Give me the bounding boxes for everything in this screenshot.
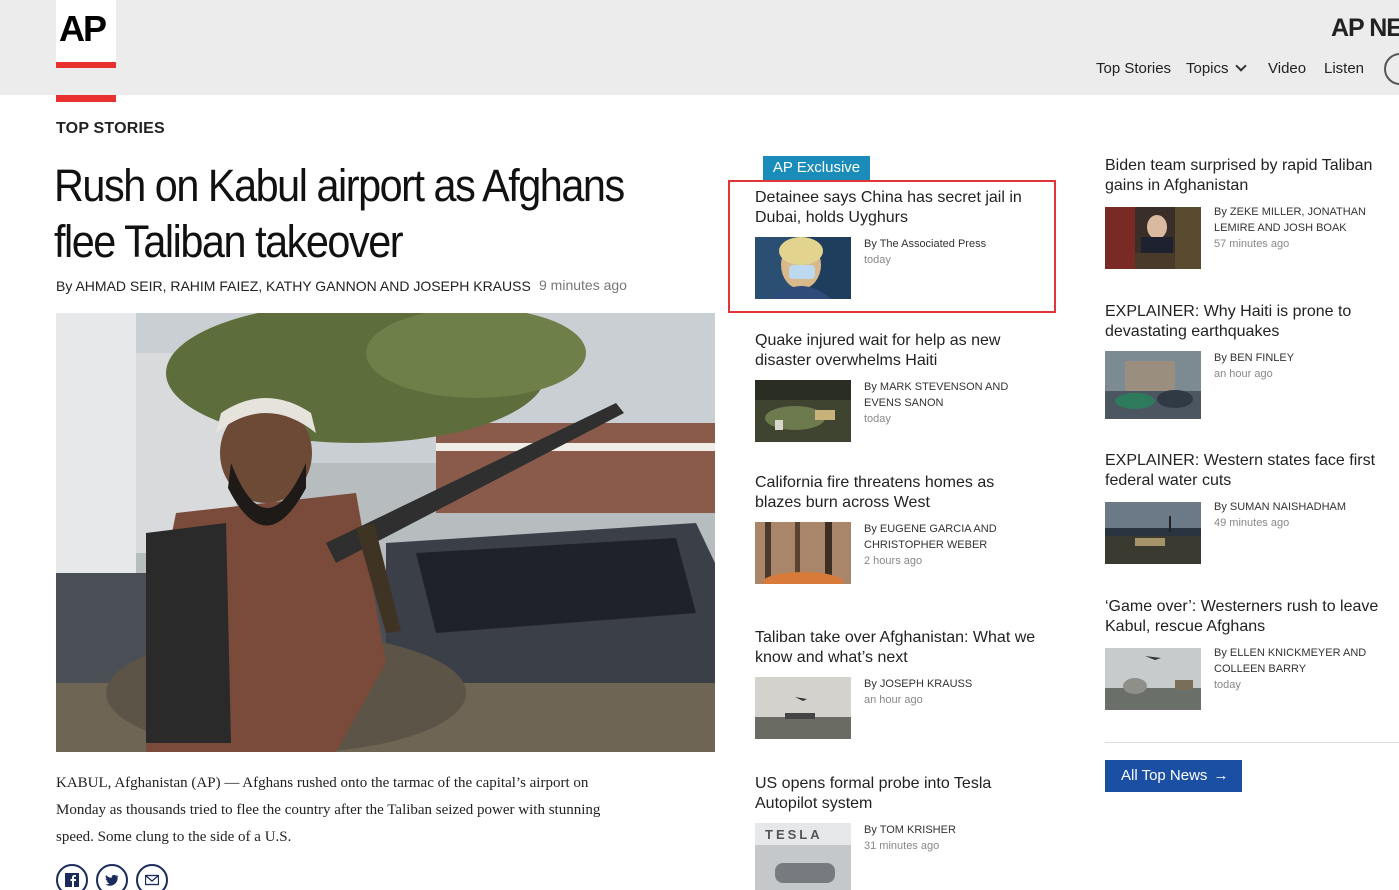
story-byline: By TOM KRISHER <box>864 822 1044 838</box>
main-byline: By AHMAD SEIR, RAHIM FAIEZ, KATHY GANNON… <box>56 278 531 294</box>
logo-red-bar <box>56 62 116 68</box>
story-byline: By JOSEPH KRAUSS <box>864 676 1044 692</box>
thumb-photo <box>1105 207 1201 269</box>
story-by-word: By <box>864 824 877 836</box>
nav-video[interactable]: Video <box>1268 60 1306 77</box>
story-by-word: By <box>864 238 877 250</box>
story-timestamp: today <box>864 413 891 425</box>
story-byline: By MARK STEVENSON and EVENS SANON <box>864 379 1044 411</box>
story-thumbnail[interactable] <box>755 677 851 739</box>
story-thumbnail[interactable] <box>755 237 851 299</box>
email-icon <box>145 874 159 886</box>
story-timestamp: today <box>1214 679 1241 691</box>
hero-photo <box>56 313 715 752</box>
tesla-sign-text: TESLA <box>765 827 823 842</box>
story-byline: By The Associated Press <box>864 236 1044 252</box>
arrow-right-icon: → <box>1213 767 1229 784</box>
nav-topics[interactable]: Topics <box>1186 60 1247 77</box>
nav-listen[interactable]: Listen <box>1324 60 1364 77</box>
story-title[interactable]: Detainee says China has secret jail in D… <box>755 188 1040 228</box>
story-title[interactable]: ‘Game over’: Westerners rush to leave Ka… <box>1105 597 1395 637</box>
story-timestamp: 49 minutes ago <box>1214 517 1290 529</box>
story-timestamp: 2 hours ago <box>864 555 923 567</box>
thumb-photo: TESLA <box>755 823 851 890</box>
site-header: AP AP NEWS Top Stories Topics Video List… <box>0 0 1399 95</box>
story-timestamp: an hour ago <box>1214 368 1273 380</box>
story-by-word: By <box>864 381 877 393</box>
thumb-photo <box>755 677 851 739</box>
brand-title[interactable]: AP NEWS <box>1331 14 1399 43</box>
story-authors: BEN FINLEY <box>1229 352 1295 364</box>
story-timestamp: 31 minutes ago <box>864 840 940 852</box>
story-by-word: By <box>864 678 877 690</box>
story-by-word: By <box>864 523 877 535</box>
twitter-icon <box>105 874 119 886</box>
story-thumbnail[interactable] <box>1105 648 1201 710</box>
story-title[interactable]: Taliban take over Afghanistan: What we k… <box>755 628 1040 668</box>
thumb-photo <box>755 380 851 442</box>
story-timestamp: 57 minutes ago <box>1214 238 1290 250</box>
hero-image[interactable] <box>56 313 715 752</box>
story-title[interactable]: Quake injured wait for help as new disas… <box>755 331 1040 371</box>
story-timestamp: today <box>864 254 891 266</box>
story-byline: By ELLEN KNICKMEYER and COLLEEN BARRY <box>1214 645 1394 677</box>
chevron-down-icon <box>1234 60 1247 72</box>
facebook-share-button[interactable] <box>56 864 88 890</box>
all-top-news-button[interactable]: All Top News → <box>1105 760 1242 792</box>
all-top-news-label: All Top News <box>1121 767 1208 784</box>
story-authors: ZEKE MILLER, JONATHAN LEMIRE and JOSH BO… <box>1214 206 1367 234</box>
story-thumbnail[interactable] <box>1105 207 1201 269</box>
story-thumbnail[interactable] <box>755 380 851 442</box>
story-title[interactable]: EXPLAINER: Western states face first fed… <box>1105 451 1390 491</box>
story-title[interactable]: US opens formal probe into Tesla Autopil… <box>755 774 1040 814</box>
story-byline: By BEN FINLEY <box>1214 350 1394 366</box>
facebook-icon <box>65 873 79 887</box>
ap-exclusive-badge[interactable]: AP Exclusive <box>763 156 870 180</box>
divider <box>1105 742 1399 743</box>
search-icon[interactable] <box>1384 53 1399 85</box>
story-authors: ELLEN KNICKMEYER and COLLEEN BARRY <box>1214 647 1367 675</box>
story-authors: The Associated Press <box>879 238 987 250</box>
story-timestamp: an hour ago <box>864 694 923 706</box>
thumb-photo <box>755 522 851 584</box>
story-authors: SUMAN NAISHADHAM <box>1229 501 1347 513</box>
story-by-word: By <box>1214 352 1227 364</box>
email-share-button[interactable] <box>136 864 168 890</box>
nav-top-stories[interactable]: Top Stories <box>1096 60 1171 77</box>
story-by-word: By <box>1214 501 1227 513</box>
story-by-word: By <box>1214 206 1227 218</box>
thumb-photo <box>1105 502 1201 564</box>
story-byline: By EUGENE GARCIA and CHRISTOPHER WEBER <box>864 521 1044 553</box>
section-red-bar <box>56 95 116 102</box>
ap-logo[interactable]: AP <box>56 0 116 68</box>
story-title[interactable]: California fire threatens homes as blaze… <box>755 473 1040 513</box>
main-headline[interactable]: Rush on Kabul airport as Afghans flee Ta… <box>54 158 643 270</box>
story-byline: By SUMAN NAISHADHAM <box>1214 499 1394 515</box>
story-thumbnail[interactable]: TESLA <box>755 823 851 890</box>
story-thumbnail[interactable] <box>755 522 851 584</box>
story-authors: EUGENE GARCIA and CHRISTOPHER WEBER <box>864 523 997 551</box>
nav-topics-label: Topics <box>1186 60 1229 77</box>
section-label: TOP STORIES <box>56 120 165 137</box>
story-by-word: By <box>1214 647 1227 659</box>
main-summary: KABUL, Afghanistan (AP) — Afghans rushed… <box>56 775 601 845</box>
story-title[interactable]: Biden team surprised by rapid Taliban ga… <box>1105 156 1390 196</box>
story-title[interactable]: EXPLAINER: Why Haiti is prone to devasta… <box>1105 302 1390 342</box>
twitter-share-button[interactable] <box>96 864 128 890</box>
logo-text: AP <box>59 8 107 49</box>
story-authors: JOSEPH KRAUSS <box>879 678 973 690</box>
story-thumbnail[interactable] <box>1105 502 1201 564</box>
story-authors: TOM KRISHER <box>879 824 956 836</box>
thumb-photo <box>755 237 851 299</box>
main-timestamp: 9 minutes ago <box>539 277 627 293</box>
story-authors: MARK STEVENSON and EVENS SANON <box>864 381 1009 409</box>
thumb-photo <box>1105 648 1201 710</box>
thumb-photo <box>1105 351 1201 419</box>
story-thumbnail[interactable] <box>1105 351 1201 419</box>
story-byline: By ZEKE MILLER, JONATHAN LEMIRE and JOSH… <box>1214 204 1394 236</box>
